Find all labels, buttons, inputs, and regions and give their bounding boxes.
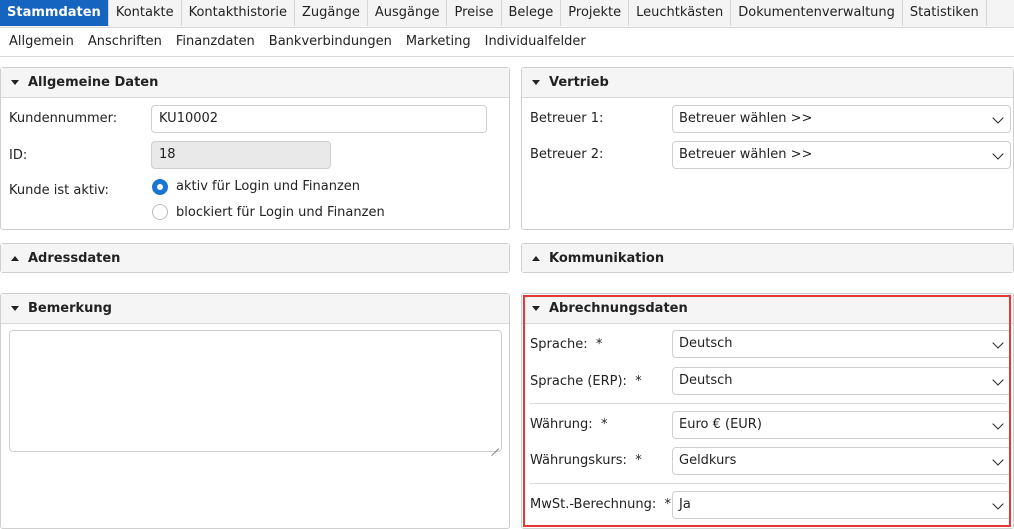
mwst-label-text: MwSt.-Berechnung: xyxy=(530,497,657,512)
panel-vertrieb-header[interactable]: Vertrieb xyxy=(522,68,1013,98)
divider xyxy=(530,483,1006,484)
chevron-down-icon xyxy=(992,112,1004,124)
tab-projekte[interactable]: Projekte xyxy=(561,0,630,26)
kunde-aktiv-label: Kunde ist aktiv: xyxy=(9,183,109,198)
sub-tabs: Allgemein Anschriften Finanzdaten Bankve… xyxy=(0,27,1014,57)
panel-title: Adressdaten xyxy=(28,250,121,266)
tab-preise[interactable]: Preise xyxy=(447,0,502,26)
kundennummer-label: Kundennummer: xyxy=(9,111,118,126)
radio-aktiv[interactable] xyxy=(152,179,168,195)
tab-zugaenge[interactable]: Zugänge xyxy=(295,0,368,26)
mwst-select[interactable]: Ja xyxy=(672,491,1011,519)
subtab-marketing[interactable]: Marketing xyxy=(399,27,478,56)
chevron-down-icon xyxy=(992,498,1004,510)
id-field: 18 xyxy=(151,141,331,169)
chevron-down-icon xyxy=(992,418,1004,430)
waehrung-label-text: Währung: xyxy=(530,417,593,432)
required-mark: * xyxy=(595,337,603,352)
sprache-label: Sprache: * xyxy=(530,337,602,352)
waehrungskurs-label-text: Währungskurs: xyxy=(530,453,627,468)
tab-statistiken[interactable]: Statistiken xyxy=(903,0,987,26)
waehrungskurs-label: Währungskurs: * xyxy=(530,453,642,468)
waehrungskurs-select[interactable]: Geldkurs xyxy=(672,447,1011,475)
tab-kontakte[interactable]: Kontakte xyxy=(109,0,182,26)
tab-dokumentenverwaltung[interactable]: Dokumentenverwaltung xyxy=(731,0,903,26)
sprache-erp-select[interactable]: Deutsch xyxy=(672,367,1011,395)
tab-ausgaenge[interactable]: Ausgänge xyxy=(368,0,448,26)
resize-grip-icon[interactable] xyxy=(491,441,499,449)
panel-abrechnungsdaten: Abrechnungsdaten Sprache: * Deutsch Spra… xyxy=(521,293,1014,529)
waehrung-value: Euro € (EUR) xyxy=(679,417,762,432)
sprache-select[interactable]: Deutsch xyxy=(672,330,1011,358)
panel-title: Abrechnungsdaten xyxy=(549,301,688,316)
caret-down-icon xyxy=(532,306,540,311)
required-mark: * xyxy=(664,497,672,512)
bemerkung-textarea[interactable] xyxy=(9,330,502,452)
caret-up-icon xyxy=(11,255,19,261)
panel-title: Bemerkung xyxy=(28,301,112,316)
caret-up-icon xyxy=(532,255,540,261)
panel-title: Vertrieb xyxy=(549,75,609,90)
panel-vertrieb: Vertrieb Betreuer 1: Betreuer wählen >> … xyxy=(521,67,1014,230)
sprache-erp-label-text: Sprache (ERP): xyxy=(530,374,627,389)
panel-adressdaten-header[interactable]: Adressdaten xyxy=(1,244,509,272)
subtab-bankverbindungen[interactable]: Bankverbindungen xyxy=(262,27,399,56)
panel-bemerkung-header[interactable]: Bemerkung xyxy=(1,294,509,324)
sprache-erp-label: Sprache (ERP): * xyxy=(530,374,642,389)
betreuer1-label: Betreuer 1: xyxy=(530,111,604,126)
mwst-label: MwSt.-Berechnung: * xyxy=(530,497,671,512)
subtab-finanzdaten[interactable]: Finanzdaten xyxy=(169,27,262,56)
required-mark: * xyxy=(635,374,642,389)
sprache-value: Deutsch xyxy=(679,336,733,351)
waehrung-select[interactable]: Euro € (EUR) xyxy=(672,411,1011,439)
tab-kontakthistorie[interactable]: Kontakthistorie xyxy=(182,0,295,26)
radio-blockiert[interactable] xyxy=(152,204,168,220)
radio-aktiv-label[interactable]: aktiv für Login und Finanzen xyxy=(176,179,360,194)
kundennummer-input[interactable]: KU10002 xyxy=(151,105,487,133)
panel-allgemeine-daten: Allgemeine Daten Kundennummer: KU10002 I… xyxy=(0,67,510,230)
caret-down-icon xyxy=(11,80,19,85)
betreuer2-select[interactable]: Betreuer wählen >> xyxy=(672,141,1011,169)
subtab-anschriften[interactable]: Anschriften xyxy=(81,27,169,56)
divider xyxy=(530,403,1006,404)
subtab-individualfelder[interactable]: Individualfelder xyxy=(478,27,593,56)
chevron-down-icon xyxy=(992,337,1004,349)
tab-belege[interactable]: Belege xyxy=(502,0,562,26)
main-tabs: Stammdaten Kontakte Kontakthistorie Zugä… xyxy=(0,0,1014,28)
caret-down-icon xyxy=(532,80,540,85)
sprache-label-text: Sprache: xyxy=(530,337,588,352)
required-mark: * xyxy=(635,453,642,468)
betreuer2-label: Betreuer 2: xyxy=(530,147,604,162)
panel-kommunikation-header[interactable]: Kommunikation xyxy=(522,244,1013,272)
sprache-erp-value: Deutsch xyxy=(679,373,733,388)
panel-kommunikation: Kommunikation xyxy=(521,243,1014,273)
panel-allgemeine-daten-header[interactable]: Allgemeine Daten xyxy=(1,68,509,98)
chevron-down-icon xyxy=(992,148,1004,160)
waehrungskurs-value: Geldkurs xyxy=(679,453,737,468)
radio-blockiert-label[interactable]: blockiert für Login und Finanzen xyxy=(176,205,385,220)
panel-bemerkung: Bemerkung xyxy=(0,293,510,529)
id-label: ID: xyxy=(9,148,28,163)
required-mark: * xyxy=(600,417,608,432)
betreuer1-value: Betreuer wählen >> xyxy=(679,111,813,126)
panel-adressdaten: Adressdaten xyxy=(0,243,510,273)
caret-down-icon xyxy=(11,306,19,311)
tab-stammdaten[interactable]: Stammdaten xyxy=(0,0,109,26)
betreuer1-select[interactable]: Betreuer wählen >> xyxy=(672,105,1011,133)
tab-leuchtkaesten[interactable]: Leuchtkästen xyxy=(629,0,732,26)
chevron-down-icon xyxy=(992,374,1004,386)
panel-title: Allgemeine Daten xyxy=(28,75,159,90)
panel-title: Kommunikation xyxy=(549,250,665,266)
subtab-allgemein[interactable]: Allgemein xyxy=(0,27,81,56)
panel-abrechnungsdaten-header[interactable]: Abrechnungsdaten xyxy=(522,294,1013,324)
mwst-value: Ja xyxy=(679,497,691,512)
waehrung-label: Währung: * xyxy=(530,417,607,432)
chevron-down-icon xyxy=(992,454,1004,466)
betreuer2-value: Betreuer wählen >> xyxy=(679,147,813,162)
